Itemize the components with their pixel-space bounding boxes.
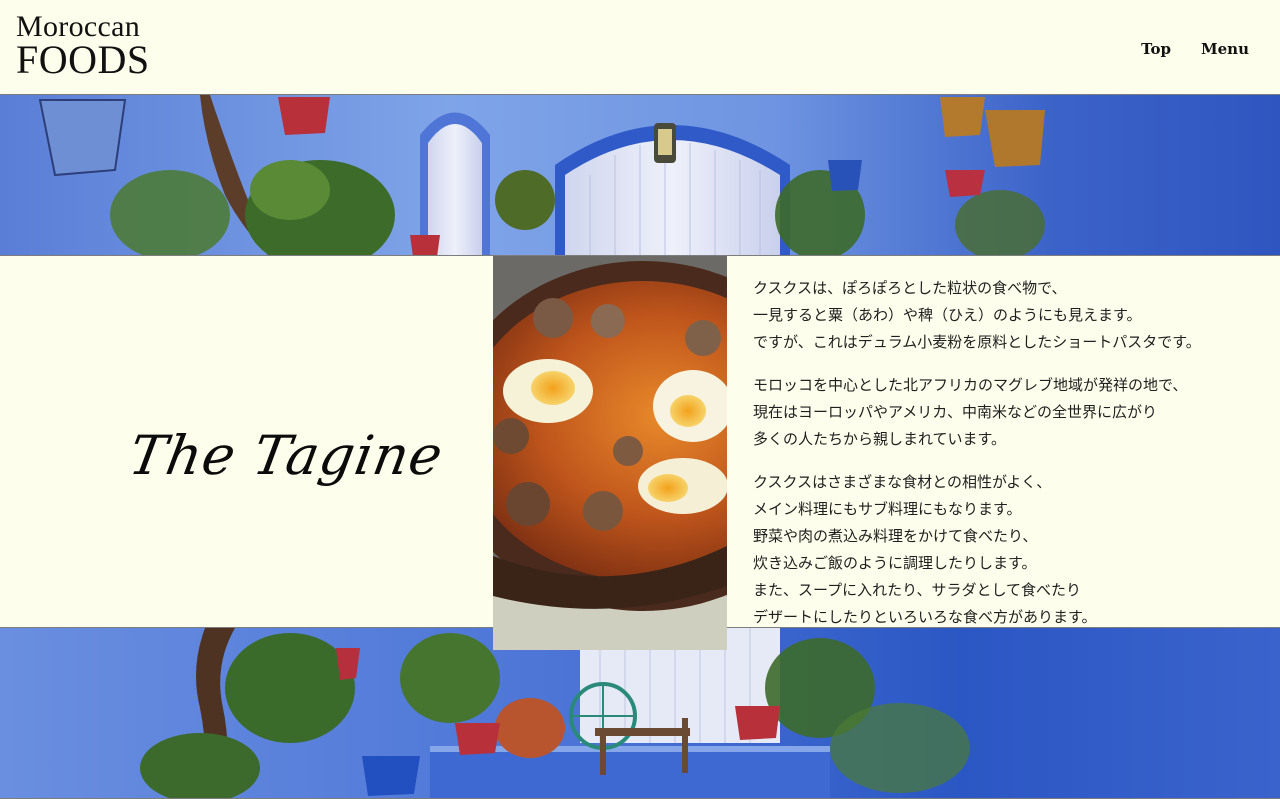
blue-alley-image — [0, 628, 1280, 798]
hero-banner-top — [0, 94, 1280, 256]
blue-wall-arches-image — [0, 95, 1280, 255]
hero-banner-bottom — [0, 627, 1280, 799]
description-paragraph: クスクスは、ぽろぽろとした粒状の食べ物で、 一見すると粟（あわ）や稗（ひえ）のよ… — [753, 279, 1201, 351]
tagine-photo — [493, 256, 727, 650]
main-nav: Top Menu — [1141, 40, 1249, 58]
tagine-dish-image — [493, 256, 727, 650]
section-title: The Tagine — [124, 424, 449, 487]
nav-link-top[interactable]: Top — [1141, 40, 1171, 58]
description-paragraph: モロッコを中心とした北アフリカのマグレブ地域が発祥の地で、 現在はヨーロッパやア… — [753, 376, 1188, 448]
nav-link-menu[interactable]: Menu — [1201, 40, 1249, 58]
description-paragraph: クスクスはさまざまな食材との相性がよく、 メイン料理にもサブ料理にもなります。 … — [753, 473, 1097, 626]
site-header: Moroccan FOODS Top Menu — [0, 0, 1280, 95]
logo-line-2: FOODS — [16, 37, 150, 82]
site-logo[interactable]: Moroccan FOODS — [16, 12, 150, 80]
section-description: クスクスは、ぽろぽろとした粒状の食べ物で、 一見すると粟（あわ）や稗（ひえ）のよ… — [753, 275, 1253, 647]
